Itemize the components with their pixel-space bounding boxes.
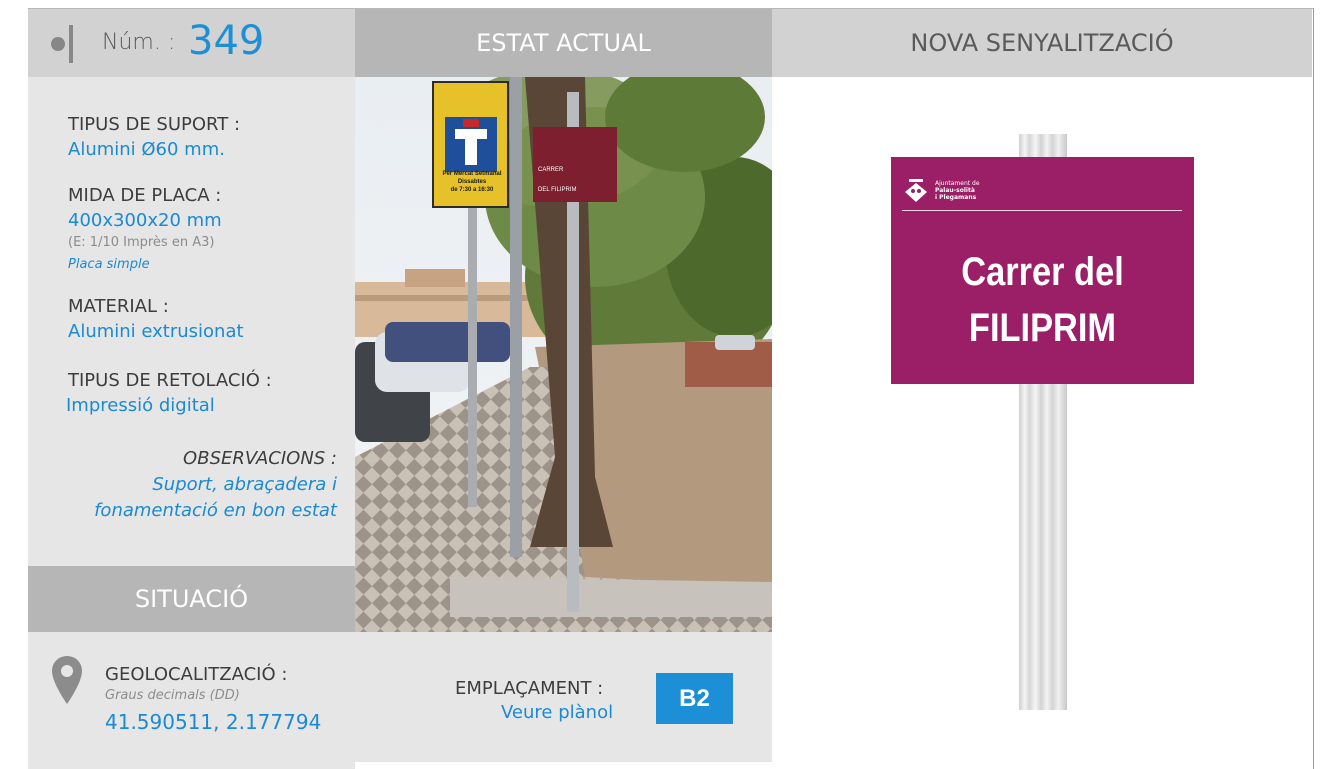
yellow-sign-line: Dissabtes: [457, 179, 487, 185]
observations-label: OBSERVACIONS :: [183, 448, 337, 469]
current-state-title: ESTAT ACTUAL: [476, 29, 651, 57]
support-type-label: TIPUS DE SUPORT :: [68, 114, 241, 135]
current-state-header: ESTAT ACTUAL: [355, 9, 772, 77]
geolocation-label: GEOLOCALITZACIÓ :: [105, 664, 288, 685]
situation-header: SITUACIÓ: [28, 566, 355, 632]
observations-line: fonamentació en bon estat: [94, 500, 337, 521]
geolocation-note: Graus decimals (DD): [105, 688, 240, 703]
street-name-line: Carrer del: [961, 250, 1124, 294]
new-signage-header: NOVA SENYALITZACIÓ: [772, 9, 1312, 77]
number-value: 349: [188, 18, 265, 64]
old-sign-line: CARRER: [538, 167, 564, 173]
plate-size-label: MIDA DE PLACA :: [68, 185, 222, 206]
new-signage-title: NOVA SENYALITZACIÓ: [910, 29, 1174, 57]
situation-title: SITUACIÓ: [134, 585, 249, 613]
observations-text: Suport, abraçadera i fonamentació en bon…: [17, 472, 337, 524]
material-value: Alumini extrusionat: [68, 321, 244, 342]
municipality-logo-text: Ajuntament de Palau-solità i Plegamans: [935, 180, 980, 201]
old-sign-line: DEL FILIPRIM: [538, 187, 577, 193]
yellow-sign-line: Per Mercat Setmanal: [442, 171, 502, 177]
pin-dot-icon: [51, 37, 65, 51]
street-name: Carrer del FILIPRIM: [912, 244, 1173, 356]
geolocation-value: 41.590511, 2.177794: [105, 710, 322, 734]
yellow-sign-line: de 7:30 a 16:30: [450, 187, 494, 193]
municipal-crest-icon: [905, 179, 927, 202]
yellow-sign-text: Per Mercat Setmanal Dissabtes de 7:30 a …: [436, 170, 508, 194]
logo-line: i Plegamans: [935, 194, 977, 201]
lettering-type-label: TIPUS DE RETOLACIÓ :: [68, 370, 272, 391]
support-type-value: Alumini Ø60 mm.: [68, 139, 225, 160]
plate-divider: [902, 210, 1182, 211]
plate-type: Placa simple: [68, 257, 150, 272]
lettering-type-value: Impressió digital: [66, 395, 215, 416]
see-map-link[interactable]: Veure plànol: [501, 702, 613, 723]
material-label: MATERIAL :: [68, 296, 169, 317]
old-sign-text: CARRER DEL FILIPRIM: [538, 160, 576, 200]
number-label: Núm. :: [102, 30, 176, 55]
map-pin-icon: [52, 656, 82, 704]
logo-line: Ajuntament de: [935, 180, 980, 187]
plate-size-value: 400x300x20 mm: [68, 210, 222, 231]
logo-line: Palau-solità: [935, 187, 975, 194]
pin-stick-icon: [69, 25, 73, 63]
grid-reference: B2: [679, 684, 710, 712]
street-name-line: FILIPRIM: [968, 306, 1117, 350]
observations-line: Suport, abraçadera i: [152, 474, 337, 495]
grid-reference-badge: B2: [656, 673, 733, 724]
placement-label: EMPLAÇAMENT :: [455, 678, 604, 699]
plate-size-note: (E: 1/10 Imprès en A3): [68, 235, 215, 250]
